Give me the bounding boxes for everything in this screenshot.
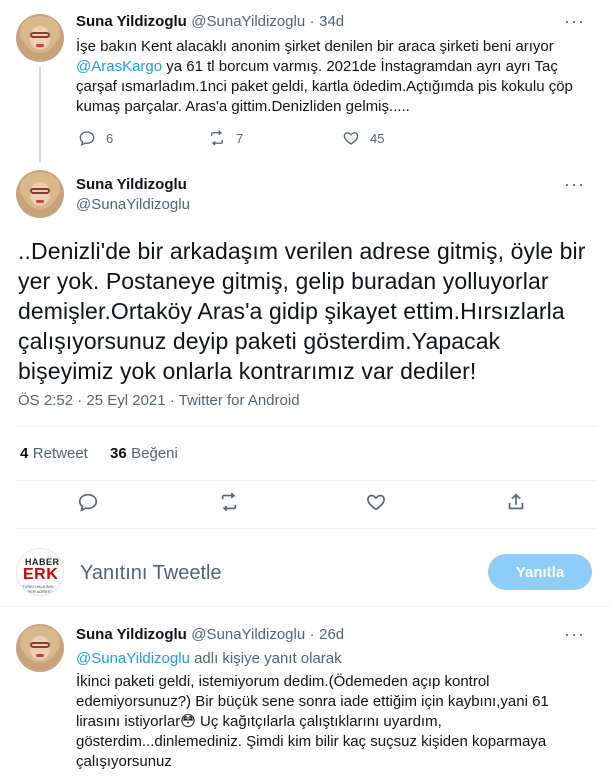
share-icon: [508, 493, 524, 510]
tweet-line: edemiyorsunuz?) Bir büçük sene sonra iad…: [76, 693, 549, 710]
author-name[interactable]: Suna Yildizoglu: [76, 176, 187, 193]
mention-link[interactable]: @SunaYildizoglu: [76, 650, 190, 667]
likes-label: Beğeni: [131, 445, 178, 462]
flushed-emoji: 😳: [180, 713, 196, 730]
tweet-line: çalışıyorsunuz deyip paketi gösterdim.Ya…: [18, 328, 501, 354]
separator: ·: [309, 626, 315, 643]
logo-text-erk: ERK: [23, 566, 59, 583]
tweet-line: çalışıyorsunuz: [76, 753, 172, 770]
author-name[interactable]: Suna Yildizoglu: [76, 626, 187, 643]
like-button[interactable]: 45: [342, 129, 384, 147]
avatar[interactable]: [16, 170, 64, 218]
more-icon[interactable]: ···: [564, 174, 585, 195]
share-button[interactable]: [505, 491, 529, 515]
like-count: 45: [370, 130, 385, 146]
retweet-count: 7: [236, 130, 244, 146]
retweet-icon: [211, 130, 223, 146]
reply-input[interactable]: Yanıtını Tweetle: [80, 562, 222, 585]
thread-line: [39, 66, 41, 162]
focused-tweet-text: ..Denizli'de bir arkadaşım verilen adres…: [18, 236, 603, 386]
likes-number: 36: [110, 445, 127, 462]
more-icon[interactable]: ···: [564, 11, 585, 32]
user-avatar-logo[interactable]: HABER ERK TÜRKİ HALKININ HABER ADRESİ: [16, 548, 64, 596]
author-handle[interactable]: @SunaYildizoglu: [76, 196, 190, 213]
tweet-line: yer yok. Postaneye gitmiş, gelip buradan…: [18, 268, 549, 294]
retweet-button[interactable]: 7: [208, 129, 243, 147]
tweet-line: ya 61 tl borcum varmış. 2021de İnstagram…: [162, 58, 558, 75]
retweets-stat[interactable]: 4 Retweet: [20, 445, 88, 463]
tweet-line: demişler.Ortaköy Aras'a gidip şikayet et…: [18, 298, 565, 324]
heart-icon: [367, 494, 385, 511]
like-button[interactable]: [365, 491, 389, 515]
reply-icon: [79, 131, 95, 146]
avatar[interactable]: [16, 14, 64, 62]
replying-to: @SunaYildizoglu adlı kişiye yanıt olarak: [76, 650, 342, 667]
tweet-line: İkinci paketi geldi, istemiyorum dedim.(…: [76, 673, 490, 690]
logo-tagline: TÜRKİ HALKININ HABER ADRESİ: [22, 584, 54, 594]
author-handle[interactable]: @SunaYildizoglu: [191, 626, 305, 643]
tweet-line: ..Denizli'de bir arkadaşım verilen adres…: [18, 238, 586, 264]
author-name[interactable]: Suna Yildizoglu: [76, 13, 187, 30]
tweet-line: lirasını istiyorlar: [76, 713, 181, 730]
divider: [16, 426, 597, 427]
tweet-line: Uç kağıtçılarla çalıştıklarını uyardım,: [195, 713, 442, 730]
tweet-meta[interactable]: ÖS 2:52 · 25 Eyl 2021 · Twitter for Andr…: [18, 392, 300, 409]
retweets-number: 4: [20, 445, 29, 462]
likes-stat[interactable]: 36 Beğeni: [110, 445, 178, 463]
retweets-label: Retweet: [32, 445, 88, 462]
tweet-time[interactable]: 26d: [319, 626, 344, 643]
reply-icon: [78, 493, 98, 512]
tweet-line: bişeyimiz yok onlarla kontrarımız var de…: [18, 358, 477, 384]
tweet-text: İkinci paketi geldi, istemiyorum dedim.(…: [76, 672, 601, 772]
mention-link[interactable]: @ArasKargo: [76, 58, 162, 75]
divider: [16, 528, 597, 529]
tweet-line: gösterdim...dinlemediniz. Şimdi kim bili…: [76, 733, 547, 750]
separator: ·: [309, 13, 315, 30]
more-icon[interactable]: ···: [564, 624, 585, 645]
author-handle[interactable]: @SunaYildizoglu: [191, 13, 305, 30]
avatar[interactable]: [16, 624, 64, 672]
reply-submit-button[interactable]: Yanıtla: [488, 554, 592, 590]
reply-button[interactable]: 6: [78, 129, 113, 147]
tweet-line: çarşaf ısmarladım.1nci paket geldi, kart…: [76, 78, 573, 95]
heart-icon: [343, 132, 359, 145]
tweet-time[interactable]: 34d: [319, 13, 344, 30]
divider: [0, 606, 613, 607]
divider: [16, 480, 597, 481]
replying-to-label: adlı kişiye yanıt olarak: [189, 650, 342, 667]
tweet-line: kumaş parçalar. Aras'a gittim.Denizliden…: [76, 98, 410, 115]
reply-button[interactable]: [77, 491, 101, 515]
retweet-icon: [221, 492, 237, 512]
tweet-line: İşe bakın Kent alacaklı anonim şirket de…: [76, 38, 554, 55]
retweet-button[interactable]: [218, 491, 242, 515]
tweet-text: İşe bakın Kent alacaklı anonim şirket de…: [76, 37, 596, 117]
reply-count: 6: [106, 130, 114, 146]
